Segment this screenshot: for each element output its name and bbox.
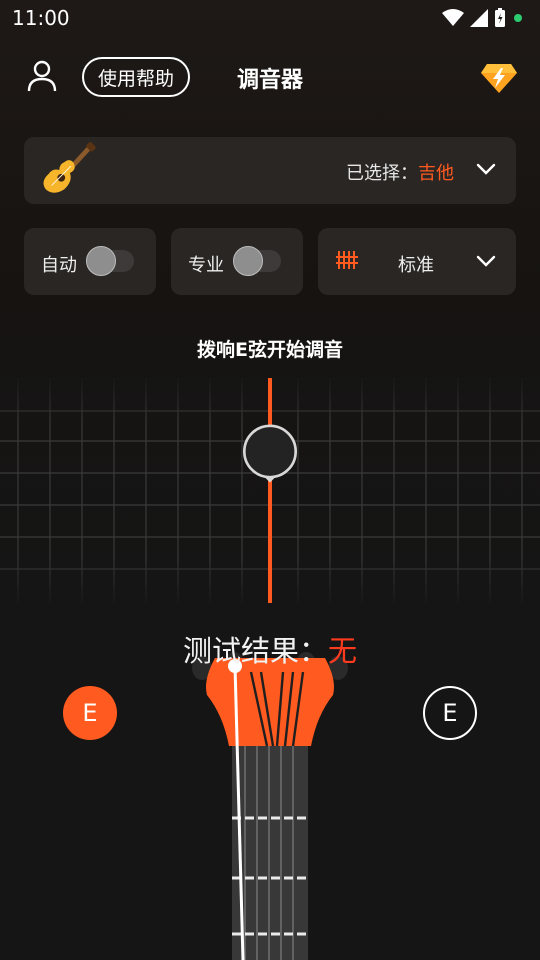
instrument-selector[interactable]: 已选择：吉他 — [24, 137, 516, 204]
string-button-active[interactable]: E — [63, 686, 117, 740]
signal-icon — [470, 9, 488, 27]
auto-mode-control: 自动 — [24, 228, 156, 295]
vip-button[interactable] — [481, 60, 517, 96]
string-button[interactable]: E — [423, 686, 477, 740]
result-value: 无 — [328, 634, 358, 668]
result-label: 测试结果： — [182, 634, 328, 668]
chevron-down-icon — [476, 255, 496, 267]
auto-mode-label: 自动 — [41, 255, 77, 276]
battery-icon — [495, 8, 505, 27]
instrument-selected-text: 已选择：吉他 — [346, 159, 454, 185]
pro-mode-toggle[interactable] — [233, 246, 281, 276]
tuning-strings-icon — [336, 251, 358, 269]
guitar-headstock — [192, 652, 348, 960]
pro-mode-control: 专业 — [171, 228, 303, 295]
status-icons — [442, 8, 524, 28]
diamond-lightning-icon — [481, 64, 517, 93]
help-button[interactable]: 使用帮助 — [82, 57, 190, 97]
tuning-label: 标准 — [398, 255, 434, 276]
instrument-value: 吉他 — [418, 163, 454, 184]
guitar-icon — [43, 142, 96, 193]
auto-mode-toggle[interactable] — [86, 246, 134, 276]
result-text: 测试结果：无 — [0, 628, 540, 670]
needle-knob — [242, 424, 298, 483]
profile-button[interactable] — [24, 58, 60, 94]
page-title: 调音器 — [236, 68, 303, 93]
wifi-icon — [442, 9, 464, 26]
status-time: 11:00 — [12, 6, 70, 30]
instrument-label: 已选择： — [346, 163, 418, 184]
pluck-prompt: 拨响E弦开始调音 — [197, 339, 343, 361]
tuner-needle — [268, 378, 272, 603]
chevron-down-icon — [476, 163, 496, 175]
pro-mode-label: 专业 — [188, 255, 224, 276]
toggle-knob — [233, 246, 263, 276]
notification-dot-icon — [514, 14, 522, 22]
user-icon — [27, 60, 57, 92]
toggle-knob — [86, 246, 116, 276]
tuning-selector[interactable]: 标准 — [318, 228, 516, 295]
